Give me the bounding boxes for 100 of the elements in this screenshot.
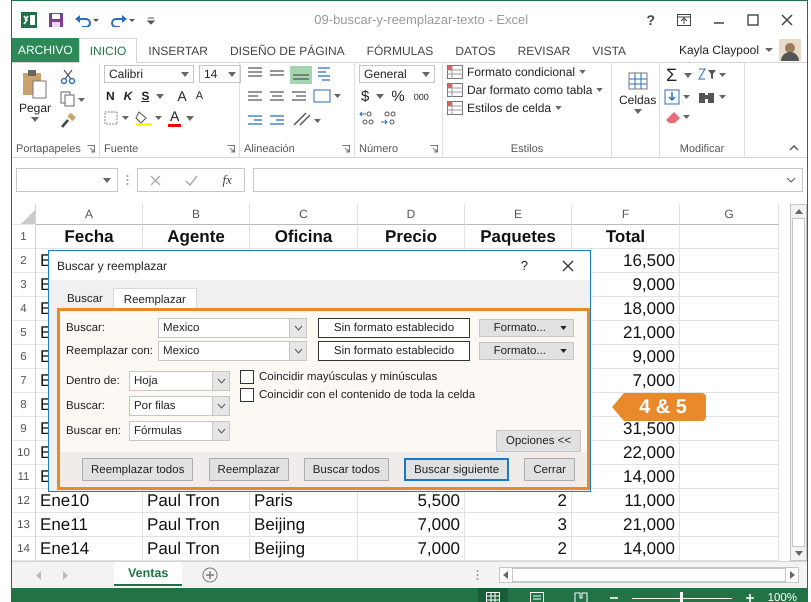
help-button[interactable]: ? bbox=[646, 12, 655, 28]
close-icon[interactable] bbox=[781, 14, 793, 26]
ribbon-tab[interactable]: REVISAR bbox=[506, 38, 582, 62]
paste-button[interactable]: Pegar bbox=[16, 65, 54, 126]
caret-icon[interactable] bbox=[186, 116, 194, 120]
ribbon-display-icon[interactable] bbox=[677, 14, 691, 26]
underline-button[interactable]: S bbox=[139, 88, 152, 104]
dialog-button[interactable]: Reemplazar todos bbox=[82, 458, 194, 481]
collapse-ribbon-icon[interactable] bbox=[789, 145, 799, 151]
ribbon-tab[interactable]: INSERTAR bbox=[137, 38, 219, 62]
zoom-out-icon[interactable] bbox=[610, 594, 618, 602]
dialog-launcher-icon[interactable] bbox=[342, 145, 350, 153]
customize-icon[interactable] bbox=[146, 14, 156, 24]
chevron-down-icon[interactable] bbox=[786, 177, 796, 183]
option-dropdown[interactable]: Por filas bbox=[129, 396, 230, 416]
save-icon[interactable] bbox=[48, 12, 64, 28]
autosum-button[interactable]: Σ bbox=[664, 65, 680, 85]
dialog-launcher-icon[interactable] bbox=[430, 145, 438, 153]
caret-icon[interactable] bbox=[684, 72, 692, 78]
row-header[interactable]: 10 bbox=[12, 441, 36, 465]
row-header[interactable]: 11 bbox=[12, 465, 36, 489]
cells-button[interactable]: Celdas bbox=[616, 65, 660, 118]
row-header[interactable]: 1 bbox=[12, 225, 36, 249]
options-button[interactable]: Opciones << bbox=[496, 430, 581, 452]
caret-icon[interactable] bbox=[156, 94, 164, 98]
percent-button[interactable]: % bbox=[389, 87, 407, 106]
scissors-icon[interactable] bbox=[60, 69, 76, 85]
search-combo-field[interactable]: Mexico bbox=[158, 318, 307, 338]
user-name[interactable]: Kayla Claypool bbox=[678, 43, 759, 57]
avatar-icon[interactable] bbox=[779, 39, 801, 61]
excel-logo-icon[interactable] bbox=[20, 10, 38, 28]
close-icon[interactable] bbox=[562, 260, 574, 272]
checkbox[interactable] bbox=[240, 388, 254, 402]
row-header[interactable]: 12 bbox=[12, 489, 36, 513]
currency-button[interactable]: $ bbox=[359, 87, 372, 106]
dialog-button[interactable]: Cerrar bbox=[524, 458, 575, 481]
normal-view-icon[interactable] bbox=[478, 588, 508, 602]
brush-icon[interactable] bbox=[60, 113, 76, 129]
scroll-left-icon[interactable] bbox=[503, 571, 508, 579]
undo-icon[interactable] bbox=[74, 12, 100, 26]
row-header[interactable]: 8 bbox=[12, 393, 36, 417]
ribbon-tab[interactable]: INICIO bbox=[78, 38, 138, 63]
number-format-field[interactable]: General bbox=[359, 65, 435, 83]
shrink-font-button[interactable]: A bbox=[194, 89, 206, 103]
dialog-button[interactable]: Reemplazar bbox=[208, 458, 289, 481]
ribbon-tab[interactable]: VISTA bbox=[581, 38, 638, 62]
ribbon-tab[interactable]: DISEÑO DE PÁGINA bbox=[218, 38, 356, 62]
eraser-icon[interactable] bbox=[664, 109, 692, 125]
horizontal-scrollbar[interactable] bbox=[499, 567, 799, 583]
styles-button[interactable]: Dar formato como tabla bbox=[447, 83, 604, 97]
formula-input[interactable] bbox=[253, 168, 803, 192]
fill-down-icon[interactable] bbox=[664, 89, 692, 105]
format-button[interactable]: Formato... bbox=[479, 342, 574, 360]
sheet-tab[interactable]: Ventas bbox=[114, 562, 182, 586]
option-dropdown[interactable]: Fórmulas bbox=[129, 420, 230, 440]
format-button[interactable]: Formato... bbox=[479, 319, 574, 337]
borders-icon[interactable] bbox=[104, 111, 130, 125]
row-header[interactable]: 14 bbox=[12, 537, 36, 561]
dialog-button[interactable]: Buscar todos bbox=[304, 458, 389, 481]
row-header[interactable]: 9 bbox=[12, 417, 36, 441]
redo-icon[interactable] bbox=[110, 12, 136, 26]
grow-font-button[interactable]: A bbox=[175, 87, 189, 105]
row-header[interactable]: 5 bbox=[12, 321, 36, 345]
font-size-field[interactable]: 14 bbox=[199, 65, 241, 83]
font-color-button[interactable]: A bbox=[168, 109, 182, 127]
file-tab[interactable]: ARCHIVO bbox=[12, 38, 79, 62]
row-header[interactable]: 3 bbox=[12, 273, 36, 297]
row-header[interactable]: 2 bbox=[12, 249, 36, 273]
search-combo-field[interactable]: Mexico bbox=[158, 341, 307, 361]
caret-icon[interactable] bbox=[765, 47, 773, 53]
ribbon-tab[interactable]: DATOS bbox=[444, 38, 507, 62]
styles-button[interactable]: Formato condicional bbox=[447, 65, 586, 79]
help-button[interactable]: ? bbox=[520, 258, 528, 274]
check-icon[interactable] bbox=[185, 174, 198, 186]
bold-button[interactable]: N bbox=[104, 88, 117, 104]
zoom-in-icon[interactable] bbox=[746, 594, 754, 602]
scroll-up-icon[interactable] bbox=[794, 209, 802, 214]
maximize-icon[interactable] bbox=[747, 14, 759, 26]
caret-icon[interactable] bbox=[376, 94, 384, 99]
scroll-right-icon[interactable] bbox=[790, 571, 795, 579]
italic-button[interactable]: K bbox=[122, 88, 134, 104]
dialog-tab[interactable]: Reemplazar bbox=[112, 288, 197, 308]
vertical-scrollbar[interactable] bbox=[790, 204, 807, 561]
option-dropdown[interactable]: Hoja bbox=[129, 370, 230, 390]
column-header[interactable]: A bbox=[36, 204, 143, 225]
row-header[interactable]: 13 bbox=[12, 513, 36, 537]
column-header[interactable]: E bbox=[465, 204, 572, 225]
checkbox[interactable] bbox=[240, 370, 254, 384]
column-header[interactable]: F bbox=[572, 204, 680, 225]
dialog-launcher-icon[interactable] bbox=[227, 145, 235, 153]
scroll-down-icon[interactable] bbox=[794, 551, 802, 556]
thousands-button[interactable]: 000 bbox=[412, 90, 431, 102]
zoom-level[interactable]: 100% bbox=[768, 592, 797, 602]
row-header[interactable]: 7 bbox=[12, 369, 36, 393]
column-header[interactable]: G bbox=[680, 204, 779, 225]
font-name-field[interactable]: Calibri bbox=[104, 65, 194, 83]
fill-bucket-icon[interactable] bbox=[135, 110, 163, 126]
row-header[interactable]: 6 bbox=[12, 345, 36, 369]
styles-button[interactable]: Estilos de celda bbox=[447, 101, 562, 115]
add-sheet-icon[interactable] bbox=[202, 567, 218, 583]
